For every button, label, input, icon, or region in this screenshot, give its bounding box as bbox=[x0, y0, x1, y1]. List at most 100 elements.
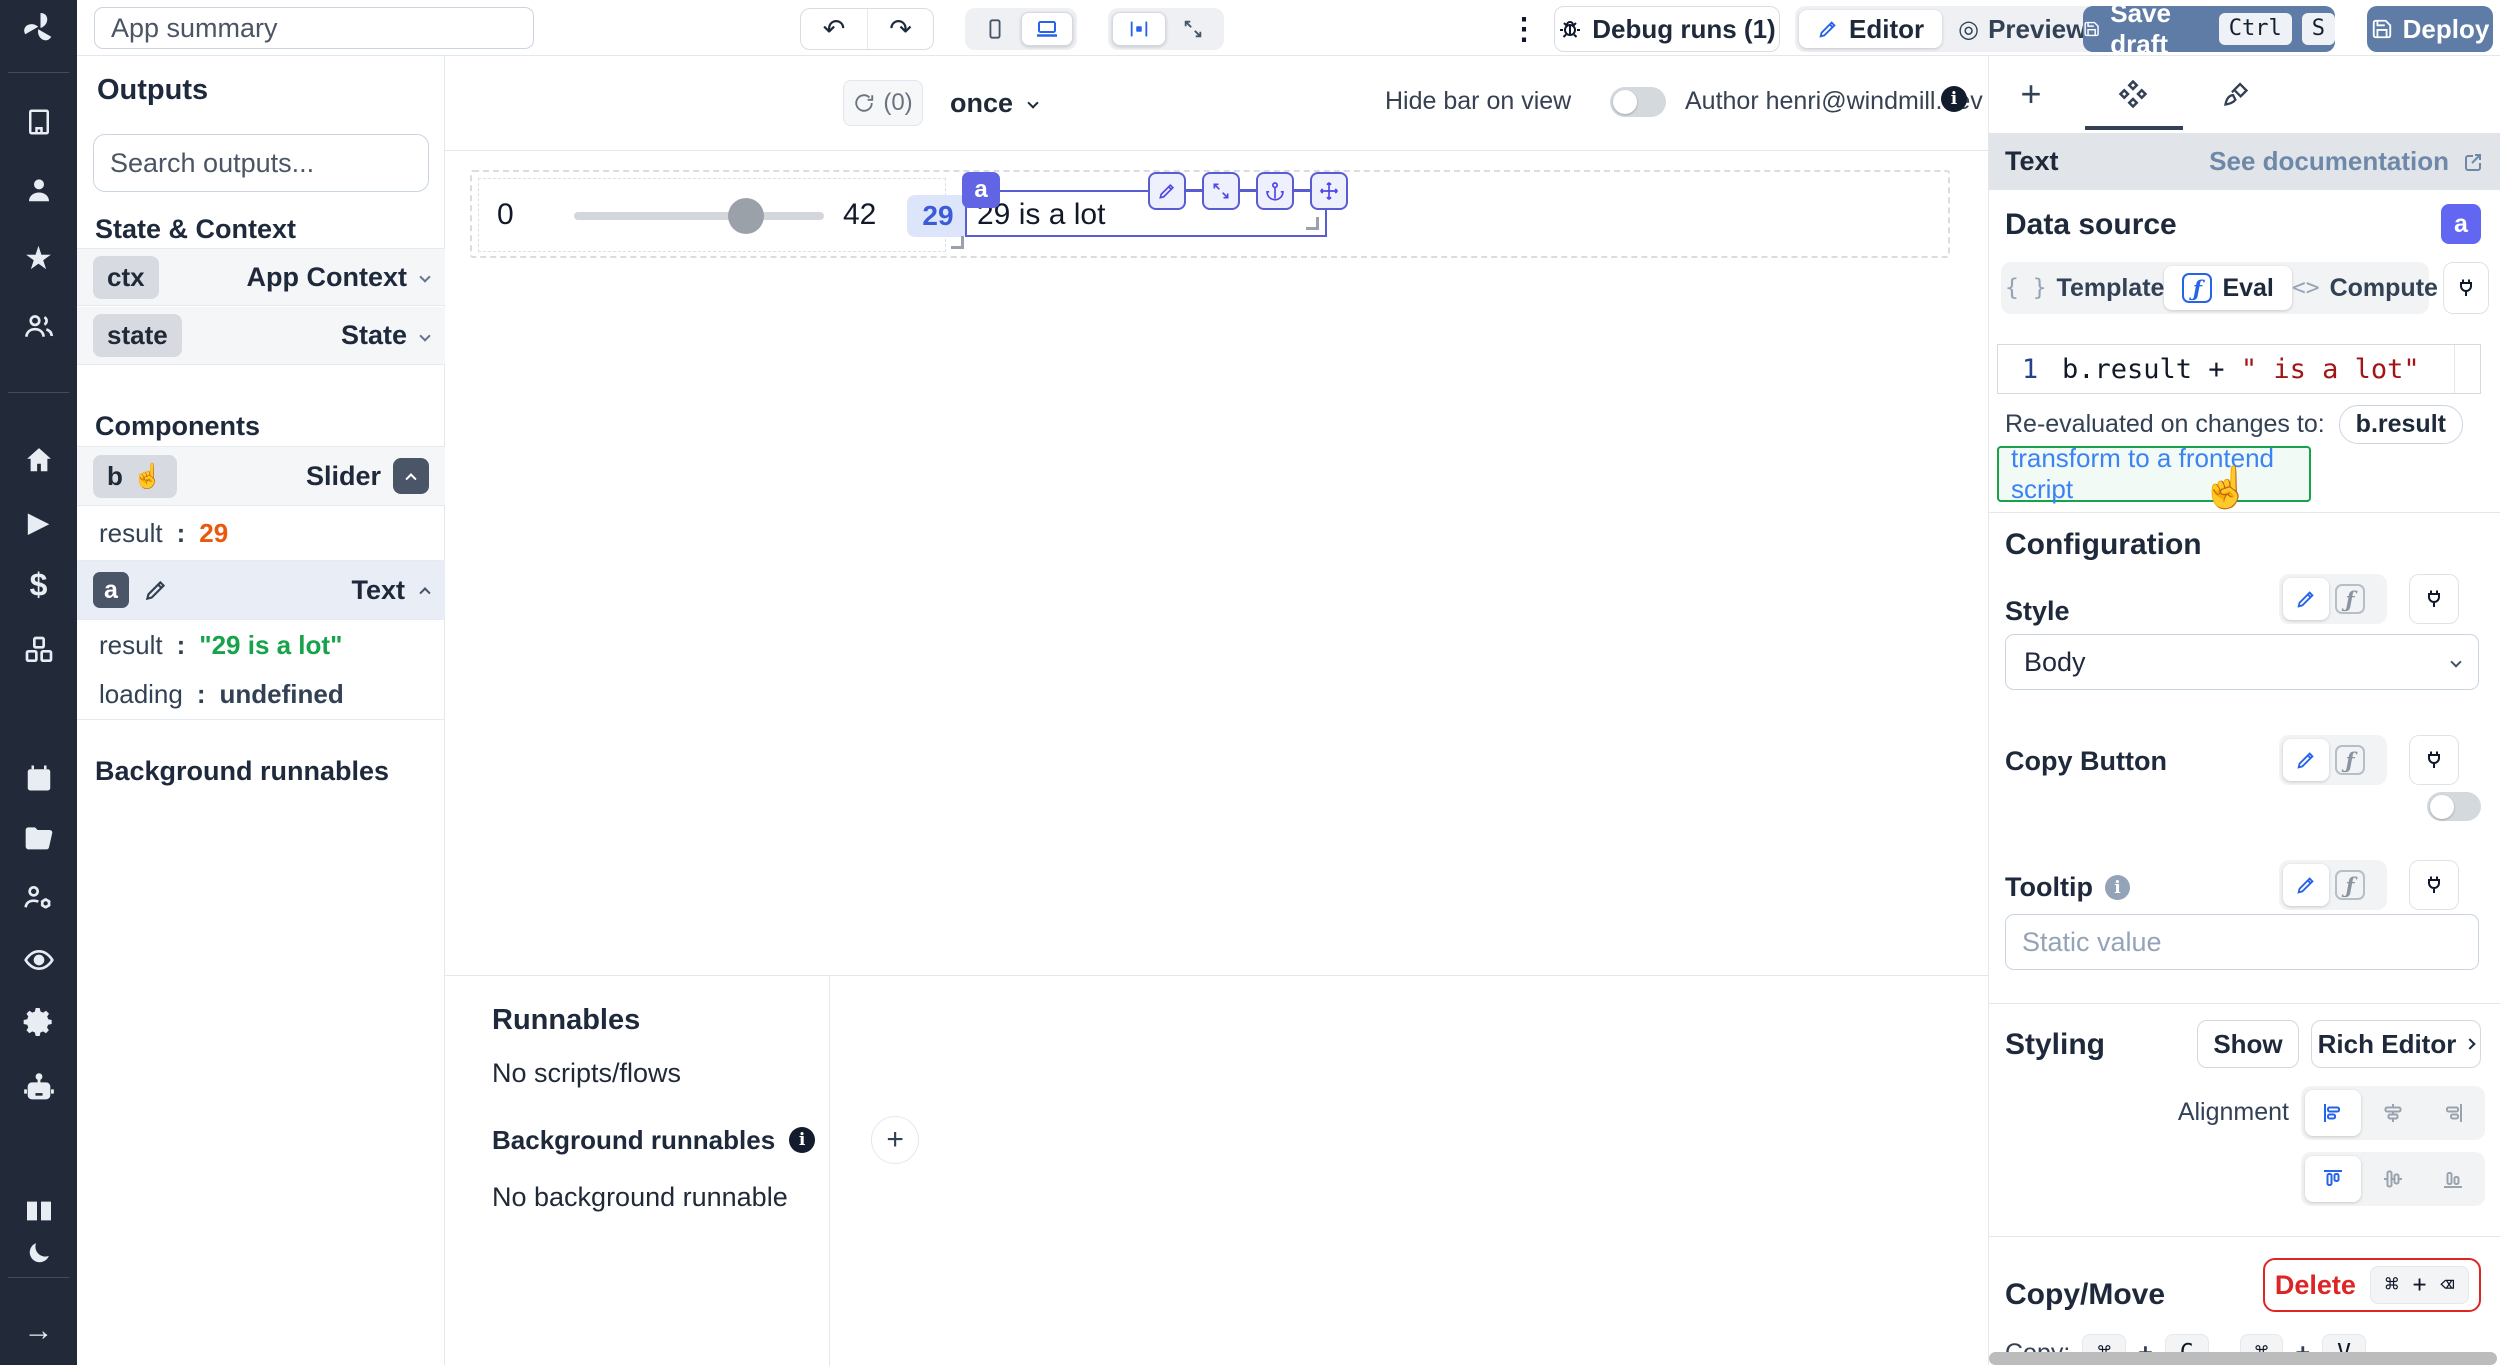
tab-compute[interactable]: <> Compute bbox=[2292, 274, 2438, 303]
user-icon[interactable] bbox=[24, 175, 54, 205]
slider-type-label: Slider bbox=[306, 461, 381, 492]
anchor-component-button[interactable] bbox=[1256, 172, 1294, 210]
tab-template[interactable]: { } Template bbox=[2005, 274, 2164, 303]
align-center-horizontal-icon[interactable] bbox=[2365, 1090, 2421, 1136]
slider-track[interactable] bbox=[574, 212, 824, 220]
collapse-rail-arrow-icon[interactable]: → bbox=[24, 1314, 54, 1348]
undo-icon[interactable]: ↶ bbox=[801, 9, 867, 49]
chevron-down-icon[interactable] bbox=[419, 330, 430, 341]
plug-icon bbox=[2422, 748, 2446, 772]
copy-button-toggle[interactable] bbox=[2427, 792, 2481, 821]
app-summary-input[interactable] bbox=[94, 7, 534, 49]
chevron-up-icon[interactable] bbox=[419, 587, 430, 598]
groups-icon[interactable] bbox=[23, 310, 55, 342]
settings-gear-icon[interactable] bbox=[23, 1006, 55, 1038]
rich-editor-button[interactable]: Rich Editor bbox=[2311, 1020, 2481, 1068]
delete-component-button[interactable]: Delete ⌘ + ⌫ bbox=[2263, 1258, 2481, 1312]
style-label: Style bbox=[2005, 596, 2070, 627]
debug-runs-button[interactable]: Debug runs (1) bbox=[1554, 6, 1780, 52]
see-documentation-link[interactable]: See documentation bbox=[2209, 146, 2485, 177]
search-outputs-input[interactable] bbox=[93, 134, 429, 192]
docs-book-icon[interactable] bbox=[23, 1195, 55, 1227]
connect-tooltip-plug-button[interactable] bbox=[2409, 860, 2459, 910]
add-background-runnable-button[interactable]: + bbox=[871, 1116, 919, 1164]
variables-dollar-icon[interactable]: $ bbox=[30, 567, 48, 604]
redo-icon[interactable]: ↷ bbox=[867, 9, 933, 49]
slider-component[interactable]: 0 42 29 bbox=[478, 178, 946, 252]
align-bottom-icon[interactable] bbox=[2425, 1156, 2481, 1202]
static-pencil-icon[interactable] bbox=[2283, 578, 2329, 620]
style-select[interactable]: Body bbox=[2005, 634, 2479, 690]
info-icon[interactable]: i bbox=[1941, 86, 1967, 112]
show-styling-button[interactable]: Show bbox=[2197, 1020, 2299, 1068]
home-icon[interactable] bbox=[24, 445, 54, 475]
expand-component-button[interactable] bbox=[1202, 172, 1240, 210]
info-icon[interactable]: i bbox=[789, 1127, 815, 1153]
connect-input-plug-button[interactable] bbox=[2443, 262, 2489, 314]
move-component-button[interactable] bbox=[1310, 172, 1348, 210]
horizontal-scrollbar[interactable] bbox=[1989, 1352, 2497, 1365]
fullscreen-icon[interactable] bbox=[1166, 12, 1220, 46]
workers-icon[interactable] bbox=[23, 882, 55, 914]
align-left-icon[interactable] bbox=[2305, 1090, 2361, 1136]
eval-function-icon[interactable]: ƒ bbox=[2335, 745, 2365, 775]
hide-bar-toggle[interactable] bbox=[1610, 87, 1666, 117]
slider-handle[interactable] bbox=[728, 198, 764, 234]
eval-function-icon[interactable]: ƒ bbox=[2335, 870, 2365, 900]
copy-button-label: Copy Button bbox=[2005, 746, 2167, 777]
desktop-view-icon[interactable] bbox=[1021, 12, 1073, 46]
output-row-state[interactable]: state State bbox=[77, 307, 445, 365]
eval-code-editor[interactable]: 1 b.result + " is a lot" bbox=[1997, 344, 2481, 394]
eval-function-icon[interactable]: ƒ bbox=[2335, 584, 2365, 614]
align-right-icon[interactable] bbox=[2425, 1090, 2481, 1136]
transform-to-frontend-script-link[interactable]: transform to a frontend script bbox=[1997, 446, 2311, 502]
more-options-kebab-icon[interactable]: ⋮ bbox=[1509, 8, 1539, 50]
save-draft-button[interactable]: Save draft Ctrl S bbox=[2083, 6, 2335, 52]
edit-component-button[interactable] bbox=[1148, 172, 1186, 210]
chevron-down-icon[interactable] bbox=[419, 271, 430, 282]
output-row-ctx[interactable]: ctx App Context bbox=[77, 248, 445, 306]
recompute-mode-dropdown[interactable]: once bbox=[950, 80, 1037, 126]
favorites-star-icon[interactable]: ★ bbox=[24, 239, 53, 277]
schedules-calendar-icon[interactable] bbox=[24, 763, 54, 793]
resources-cubes-icon[interactable] bbox=[23, 634, 55, 666]
static-pencil-icon[interactable] bbox=[2283, 739, 2329, 781]
align-top-icon[interactable] bbox=[2305, 1156, 2361, 1202]
component-row-text[interactable]: a Text bbox=[77, 560, 445, 620]
tab-insert-plus-icon[interactable]: + bbox=[2009, 72, 2053, 116]
tab-editor[interactable]: Editor bbox=[1799, 10, 1942, 48]
windmill-logo[interactable] bbox=[21, 10, 57, 46]
tab-preview[interactable]: ◎ Preview bbox=[1942, 10, 2102, 48]
component-diamonds-icon bbox=[2118, 79, 2148, 109]
collapse-slider-button[interactable] bbox=[393, 458, 429, 494]
s-key-badge: S bbox=[2302, 13, 2335, 45]
mobile-view-icon[interactable] bbox=[969, 12, 1021, 46]
center-content-icon[interactable] bbox=[1112, 12, 1166, 46]
tab-theme[interactable] bbox=[2214, 72, 2258, 116]
resize-handle[interactable] bbox=[951, 236, 964, 249]
text-type-label: Text bbox=[351, 575, 405, 606]
runs-play-icon[interactable]: ▶ bbox=[28, 506, 50, 539]
tab-component-settings[interactable] bbox=[2111, 72, 2155, 116]
connect-copy-button-plug-button[interactable] bbox=[2409, 735, 2459, 785]
component-type-label: Text bbox=[2005, 146, 2059, 177]
debug-runs-label: Debug runs (1) bbox=[1592, 14, 1775, 45]
audit-eye-icon[interactable] bbox=[23, 944, 55, 976]
dark-mode-moon-icon[interactable] bbox=[25, 1239, 53, 1267]
component-row-slider[interactable]: b ☝ Slider bbox=[77, 446, 445, 506]
ai-robot-icon[interactable] bbox=[22, 1071, 56, 1105]
resize-handle[interactable] bbox=[1306, 217, 1319, 230]
component-id-tag[interactable]: a bbox=[962, 172, 1000, 208]
tab-eval[interactable]: ƒ Eval bbox=[2164, 266, 2291, 310]
static-pencil-icon[interactable] bbox=[2283, 864, 2329, 906]
connect-style-plug-button[interactable] bbox=[2409, 574, 2459, 624]
workspace-icon[interactable] bbox=[24, 107, 54, 137]
loading-value: undefined bbox=[220, 679, 344, 710]
reeval-dependency-pill[interactable]: b.result bbox=[2339, 405, 2463, 444]
align-center-vertical-icon[interactable] bbox=[2365, 1156, 2421, 1202]
refresh-button[interactable]: (0) bbox=[843, 80, 923, 126]
tooltip-input[interactable] bbox=[2005, 914, 2479, 970]
deploy-button[interactable]: Deploy bbox=[2367, 6, 2493, 52]
folders-icon[interactable] bbox=[23, 822, 55, 854]
info-icon[interactable]: i bbox=[2105, 875, 2130, 900]
